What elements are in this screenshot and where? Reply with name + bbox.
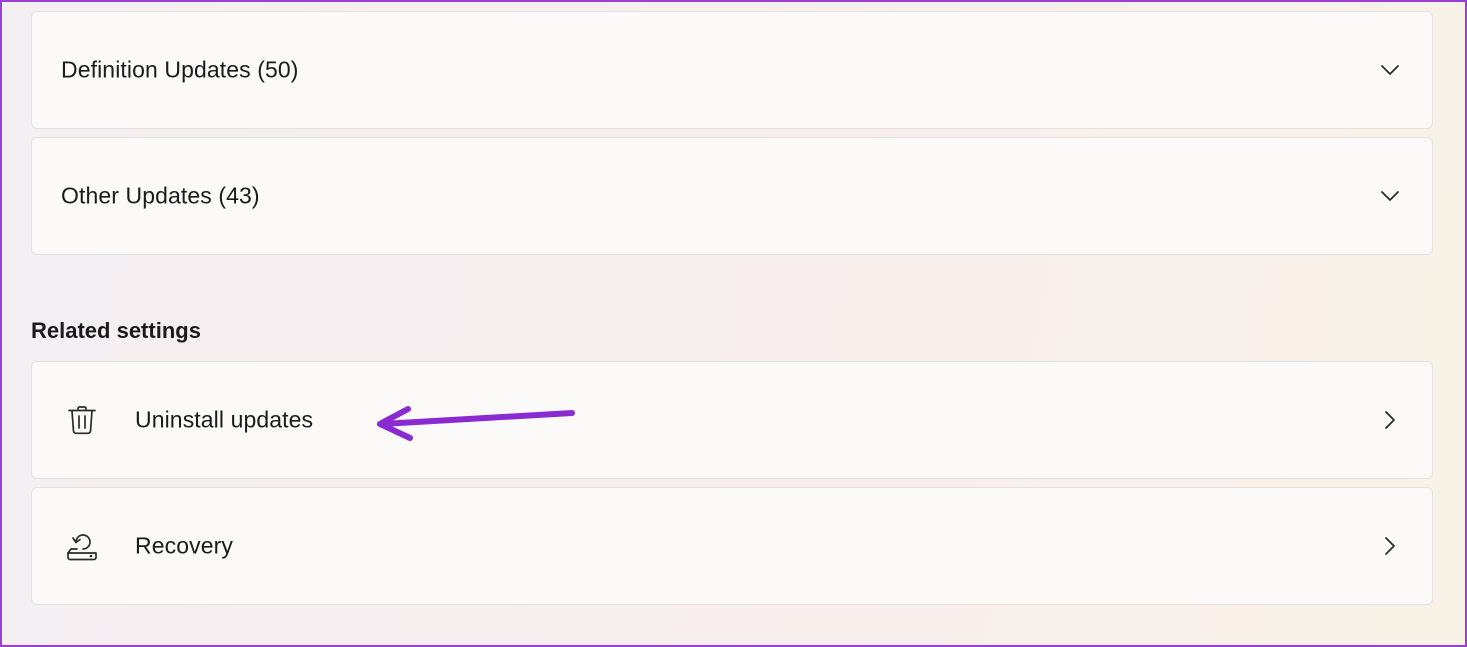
annotation-arrow-icon	[377, 406, 575, 441]
chevron-down-icon[interactable]	[1378, 58, 1402, 82]
chevron-right-icon	[1385, 537, 1395, 555]
recovery-label: Recovery	[135, 532, 233, 559]
other-updates-label: Other Updates (43)	[61, 182, 260, 209]
other-updates-expander[interactable]: Other Updates (43)	[31, 137, 1433, 255]
recovery-link[interactable]: Recovery	[31, 487, 1433, 605]
uninstall-updates-label: Uninstall updates	[135, 406, 314, 433]
chevron-right-icon	[1385, 411, 1395, 429]
recovery-icon	[67, 534, 97, 561]
chevron-down-icon[interactable]	[1378, 184, 1402, 208]
definition-updates-expander[interactable]: Definition Updates (50)	[31, 11, 1433, 129]
settings-page: Definition Updates (50) Other Updates (4…	[0, 0, 1467, 647]
trash-icon	[68, 406, 96, 435]
uninstall-updates-link[interactable]: Uninstall updates	[31, 361, 1433, 479]
definition-updates-label: Definition Updates (50)	[61, 56, 299, 83]
related-settings-heading: Related settings	[31, 318, 201, 343]
